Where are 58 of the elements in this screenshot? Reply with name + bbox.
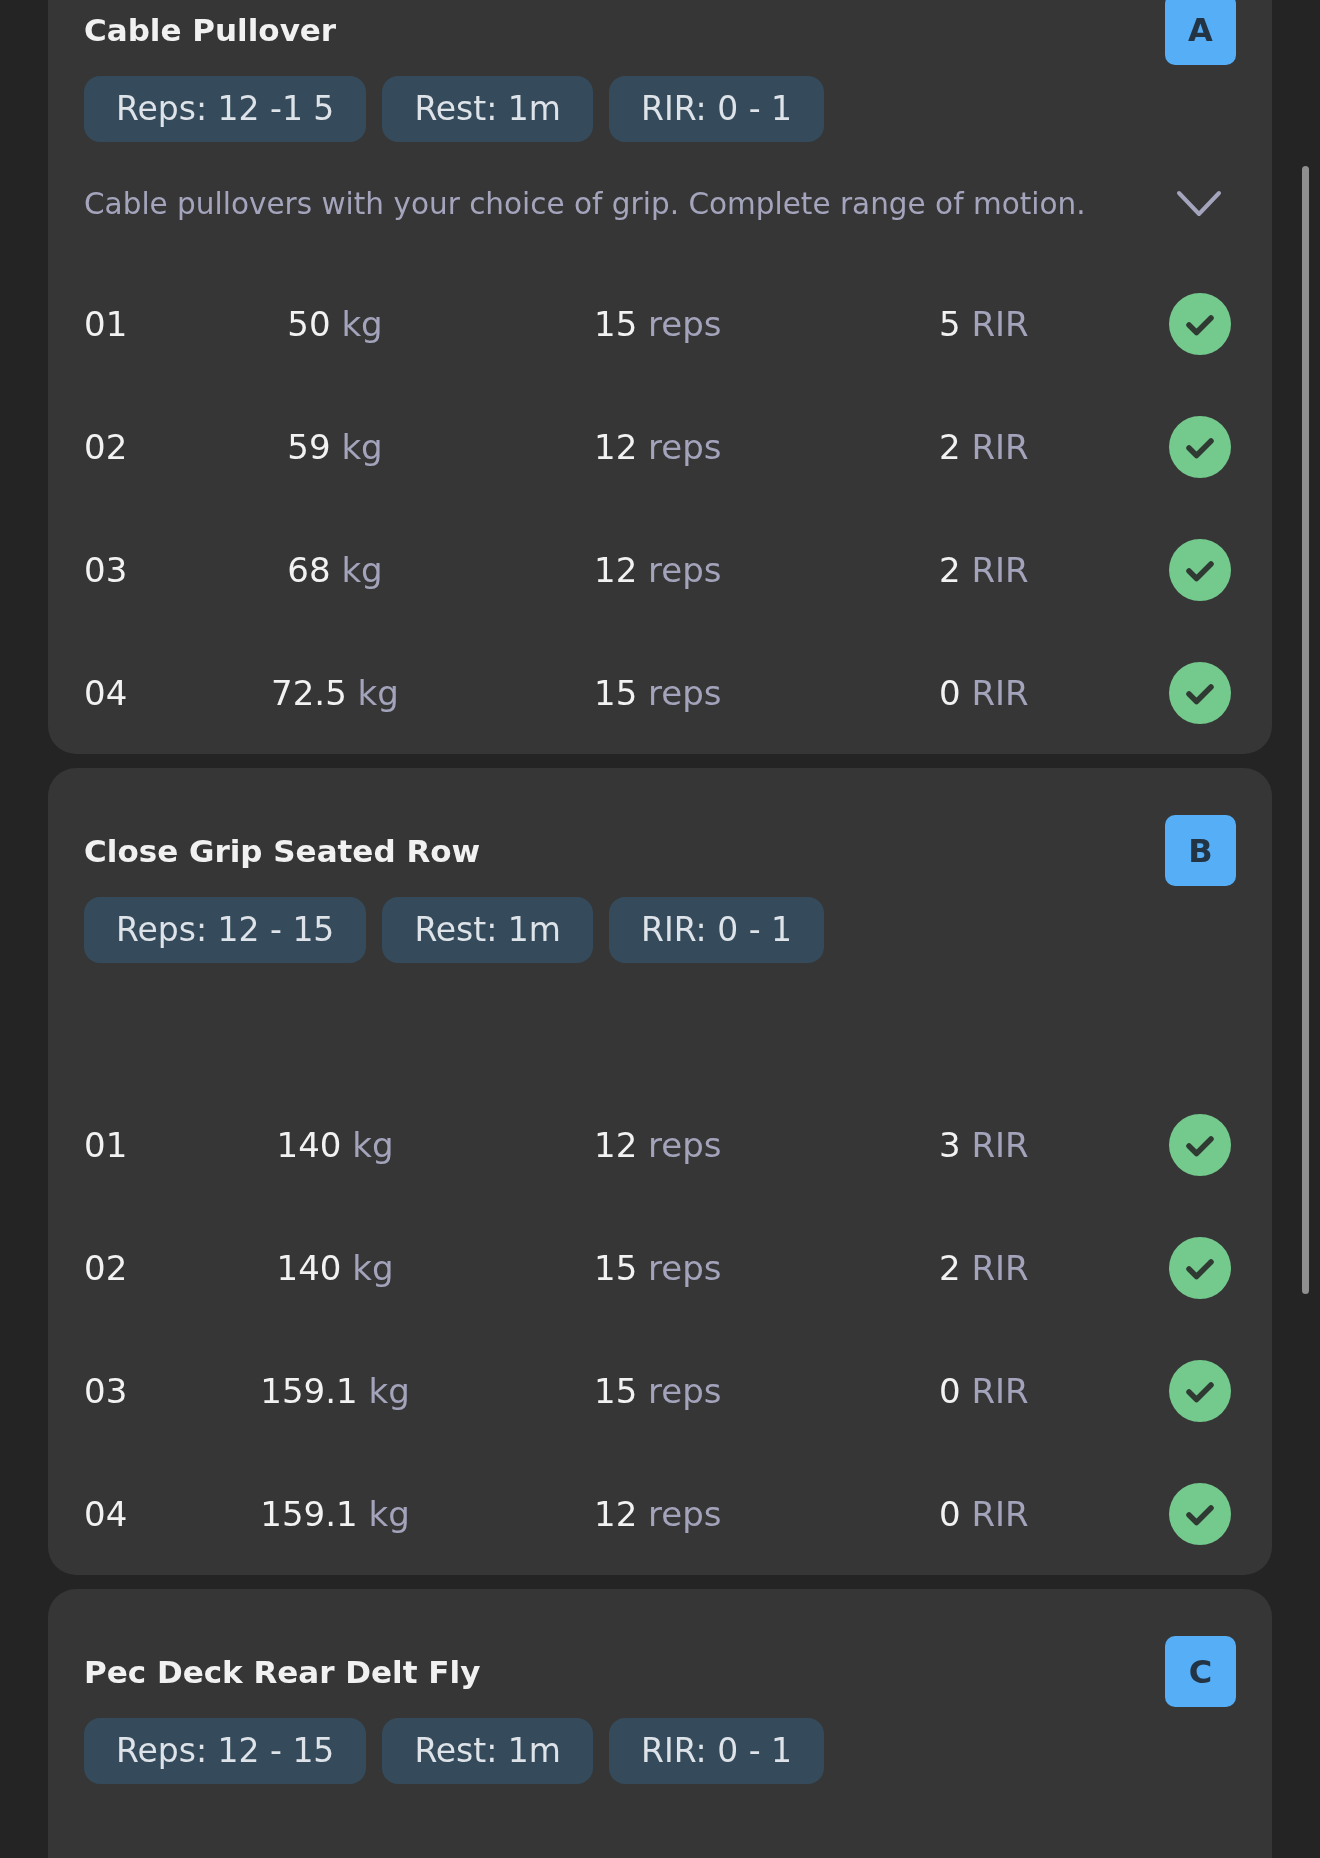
target-chip: RIR: 0 - 1 — [609, 76, 825, 142]
check-circle-icon[interactable] — [1169, 1359, 1231, 1422]
rir-value: 5 RIR — [939, 303, 1029, 344]
rir-value: 0 RIR — [939, 1370, 1029, 1411]
weight-value: 68 kg — [287, 549, 383, 590]
reps-value: 15 reps — [594, 1370, 722, 1411]
target-chip: Reps: 12 -1 5 — [84, 76, 367, 142]
check-circle-icon[interactable] — [1169, 538, 1231, 601]
check-circle-icon[interactable] — [1169, 1482, 1231, 1545]
weight-value: 140 kg — [276, 1247, 394, 1288]
check-circle-icon[interactable] — [1169, 415, 1231, 478]
target-chip: Reps: 12 - 15 — [84, 1718, 367, 1784]
rir-value: 2 RIR — [939, 426, 1029, 467]
target-chip: RIR: 0 - 1 — [609, 897, 825, 963]
scrollbar-thumb[interactable] — [1302, 166, 1309, 1294]
reps-value: 12 reps — [594, 426, 722, 467]
reps-value: 15 reps — [594, 1247, 722, 1288]
set-number: 03 — [84, 1370, 128, 1411]
target-chip: Rest: 1m — [382, 1718, 593, 1784]
rir-value: 0 RIR — [939, 1493, 1029, 1534]
set-number: 02 — [84, 426, 128, 467]
weight-value: 72.5 kg — [271, 672, 399, 713]
weight-value: 50 kg — [287, 303, 383, 344]
exercise-letter-tag: C — [1165, 1636, 1236, 1707]
set-number: 03 — [84, 549, 128, 590]
weight-value: 140 kg — [276, 1124, 394, 1165]
check-circle-icon[interactable] — [1169, 292, 1231, 355]
set-number: 04 — [84, 1493, 128, 1534]
weight-value: 159.1 kg — [260, 1493, 410, 1534]
exercise-letter-tag: A — [1165, 0, 1236, 65]
check-circle-icon[interactable] — [1169, 1113, 1231, 1176]
exercise-description: Cable pullovers with your choice of grip. Complete range of motion. — [84, 187, 1086, 221]
rir-value: 3 RIR — [939, 1124, 1029, 1165]
target-chip: Reps: 12 - 15 — [84, 897, 367, 963]
rir-value: 0 RIR — [939, 672, 1029, 713]
exercise-title: Cable Pullover — [84, 11, 337, 48]
reps-value: 12 reps — [594, 549, 722, 590]
reps-value: 15 reps — [594, 672, 722, 713]
set-number: 04 — [84, 672, 128, 713]
weight-value: 159.1 kg — [260, 1370, 410, 1411]
set-number: 01 — [84, 303, 128, 344]
exercise-title: Close Grip Seated Row — [84, 832, 481, 869]
set-number: 01 — [84, 1124, 128, 1165]
chevron-down-icon[interactable] — [1176, 190, 1222, 218]
reps-value: 15 reps — [594, 303, 722, 344]
target-chip: Rest: 1m — [382, 897, 593, 963]
exercise-title: Pec Deck Rear Delt Fly — [84, 1653, 481, 1690]
check-circle-icon[interactable] — [1169, 661, 1231, 724]
target-chip: RIR: 0 - 1 — [609, 1718, 825, 1784]
set-number: 02 — [84, 1247, 128, 1288]
exercise-letter-tag: B — [1165, 815, 1236, 886]
reps-value: 12 reps — [594, 1493, 722, 1534]
reps-value: 12 reps — [594, 1124, 722, 1165]
weight-value: 59 kg — [287, 426, 383, 467]
rir-value: 2 RIR — [939, 549, 1029, 590]
target-chip: Rest: 1m — [382, 76, 593, 142]
rir-value: 2 RIR — [939, 1247, 1029, 1288]
check-circle-icon[interactable] — [1169, 1236, 1231, 1299]
